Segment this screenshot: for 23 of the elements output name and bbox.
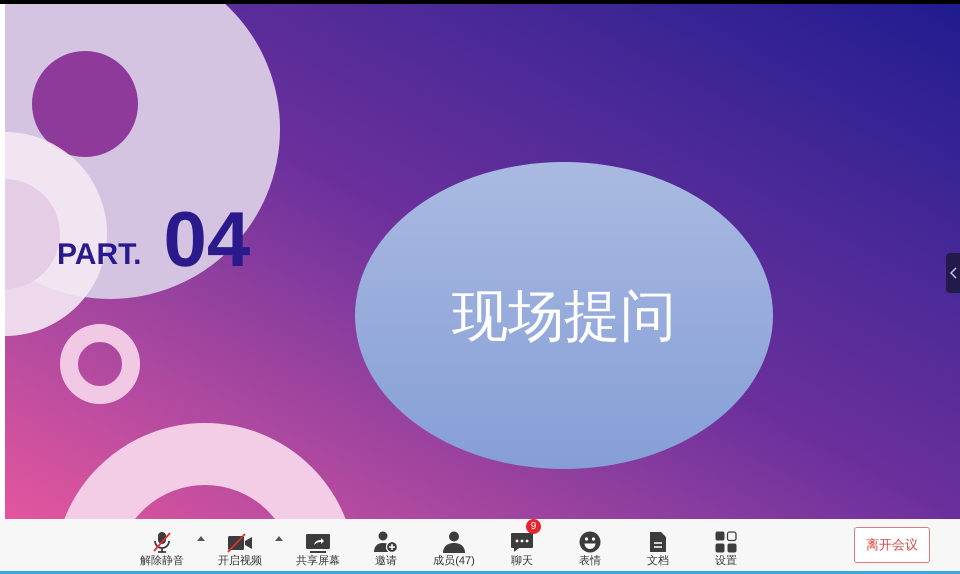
docs-button[interactable]: 文档 xyxy=(630,523,686,567)
share-button[interactable]: 共享屏幕 xyxy=(290,523,346,567)
grid-icon xyxy=(715,531,737,553)
invite-button[interactable]: 邀请 xyxy=(358,523,414,567)
video-button[interactable]: 开启视频 xyxy=(212,523,268,567)
slide-title: 现场提问 xyxy=(452,288,676,344)
emoji-button[interactable]: 表情 xyxy=(562,523,618,567)
members-button[interactable]: 成员(47) xyxy=(426,523,482,567)
document-icon xyxy=(649,531,667,553)
settings-button[interactable]: 设置 xyxy=(698,523,754,567)
part-label: PART. xyxy=(57,240,142,270)
caret-up-icon xyxy=(197,536,205,540)
side-panel-toggle[interactable] xyxy=(946,253,960,293)
chat-bubble-icon xyxy=(510,531,534,553)
share-screen-icon xyxy=(306,533,330,553)
caret-up-icon xyxy=(275,536,283,540)
user-icon xyxy=(442,531,466,553)
add-user-icon xyxy=(374,531,398,553)
leave-meeting-button[interactable]: 离开会议 xyxy=(854,527,930,563)
chevron-left-icon xyxy=(950,267,956,279)
smiley-icon xyxy=(579,531,601,553)
unread-badge: 9 xyxy=(526,519,541,534)
mic-button[interactable]: 解除静音 xyxy=(134,523,190,567)
